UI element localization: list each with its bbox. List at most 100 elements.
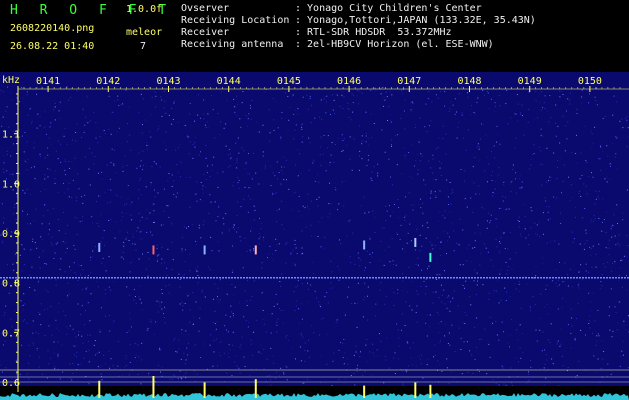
noise-dot (181, 248, 183, 250)
noise-dot (495, 218, 497, 220)
noise-dot (135, 302, 137, 304)
noise-dot (35, 331, 37, 333)
noise-dot (90, 256, 92, 258)
noise-dot (417, 173, 419, 175)
noise-dot (450, 203, 452, 205)
noise-dot (340, 243, 342, 245)
noise-dot (3, 171, 5, 173)
noise-dot (595, 371, 597, 373)
noise-dot (275, 377, 277, 379)
noise-dot (520, 235, 522, 237)
noise-dot (140, 93, 142, 95)
noise-dot (116, 131, 118, 133)
noise-dot (175, 149, 177, 151)
noise-dot (198, 224, 200, 226)
noise-dot (8, 126, 10, 128)
noise-dot (530, 227, 532, 229)
noise-dot (205, 186, 207, 188)
noise-dot (36, 348, 38, 349)
noise-dot (512, 168, 514, 170)
noise-dot (93, 163, 95, 165)
noise-dot (515, 288, 517, 290)
noise-dot (436, 279, 438, 280)
noise-dot (453, 290, 455, 292)
noise-dot (332, 287, 333, 289)
noise-dot (420, 285, 422, 287)
noise-dot (98, 195, 100, 197)
noise-dot (16, 373, 17, 375)
noise-dot (404, 128, 406, 130)
noise-dot (351, 303, 353, 305)
noise-dot (578, 283, 580, 284)
noise-dot (158, 128, 159, 130)
noise-dot (371, 256, 373, 258)
noise-dot (268, 109, 270, 111)
noise-dot (391, 139, 393, 141)
noise-dot (525, 382, 527, 384)
noise-dot (217, 172, 219, 174)
noise-dot (452, 191, 454, 193)
noise-dot (580, 264, 582, 266)
noise-dot (61, 275, 62, 276)
noise-dot (611, 336, 613, 338)
meteor-ping (414, 237, 417, 247)
noise-dot (54, 106, 56, 108)
noise-dot (509, 296, 511, 298)
noise-dot (514, 147, 516, 149)
noise-dot (275, 100, 277, 102)
noise-dot (532, 154, 534, 155)
noise-dot (548, 206, 550, 208)
noise-dot (23, 309, 25, 311)
noise-dot (380, 340, 382, 342)
noise-dot (515, 252, 517, 254)
noise-dot (519, 324, 521, 326)
noise-dot (32, 238, 34, 240)
noise-dot (493, 110, 495, 112)
noise-dot (113, 163, 115, 165)
noise-dot (203, 343, 205, 345)
noise-dot (320, 164, 322, 166)
noise-dot (58, 117, 60, 119)
noise-dot (496, 141, 498, 143)
noise-dot (66, 86, 68, 88)
noise-dot (223, 127, 225, 129)
noise-dot (18, 173, 20, 174)
noise-dot (381, 129, 383, 131)
noise-dot (119, 231, 121, 233)
noise-dot (161, 308, 163, 310)
noise-dot (163, 107, 165, 109)
noise-dot (113, 281, 115, 283)
noise-dot (246, 126, 248, 127)
noise-dot (404, 196, 406, 198)
noise-dot (390, 176, 391, 178)
noise-dot (421, 354, 422, 356)
noise-dot (581, 96, 583, 98)
noise-dot (380, 87, 382, 89)
noise-dot (2, 91, 4, 93)
noise-dot (570, 184, 572, 186)
noise-dot (214, 329, 216, 331)
noise-dot (210, 236, 212, 238)
noise-dot (417, 257, 419, 259)
noise-dot (540, 134, 542, 136)
noise-dot (602, 221, 603, 223)
noise-dot (613, 95, 615, 97)
meteor-ping (98, 242, 101, 252)
noise-dot (444, 217, 446, 219)
noise-dot (271, 313, 273, 315)
noise-dot (80, 363, 82, 365)
noise-dot (58, 110, 60, 112)
noise-dot (78, 334, 79, 336)
noise-dot (606, 176, 608, 178)
noise-dot (253, 280, 255, 282)
noise-dot (318, 181, 320, 183)
noise-dot (126, 203, 128, 205)
noise-dot (498, 95, 500, 97)
noise-dot (108, 220, 110, 221)
noise-dot (439, 248, 441, 250)
noise-dot (316, 198, 318, 200)
noise-dot (595, 99, 596, 101)
noise-dot (98, 351, 100, 353)
noise-dot (103, 230, 105, 232)
noise-dot (615, 244, 617, 246)
